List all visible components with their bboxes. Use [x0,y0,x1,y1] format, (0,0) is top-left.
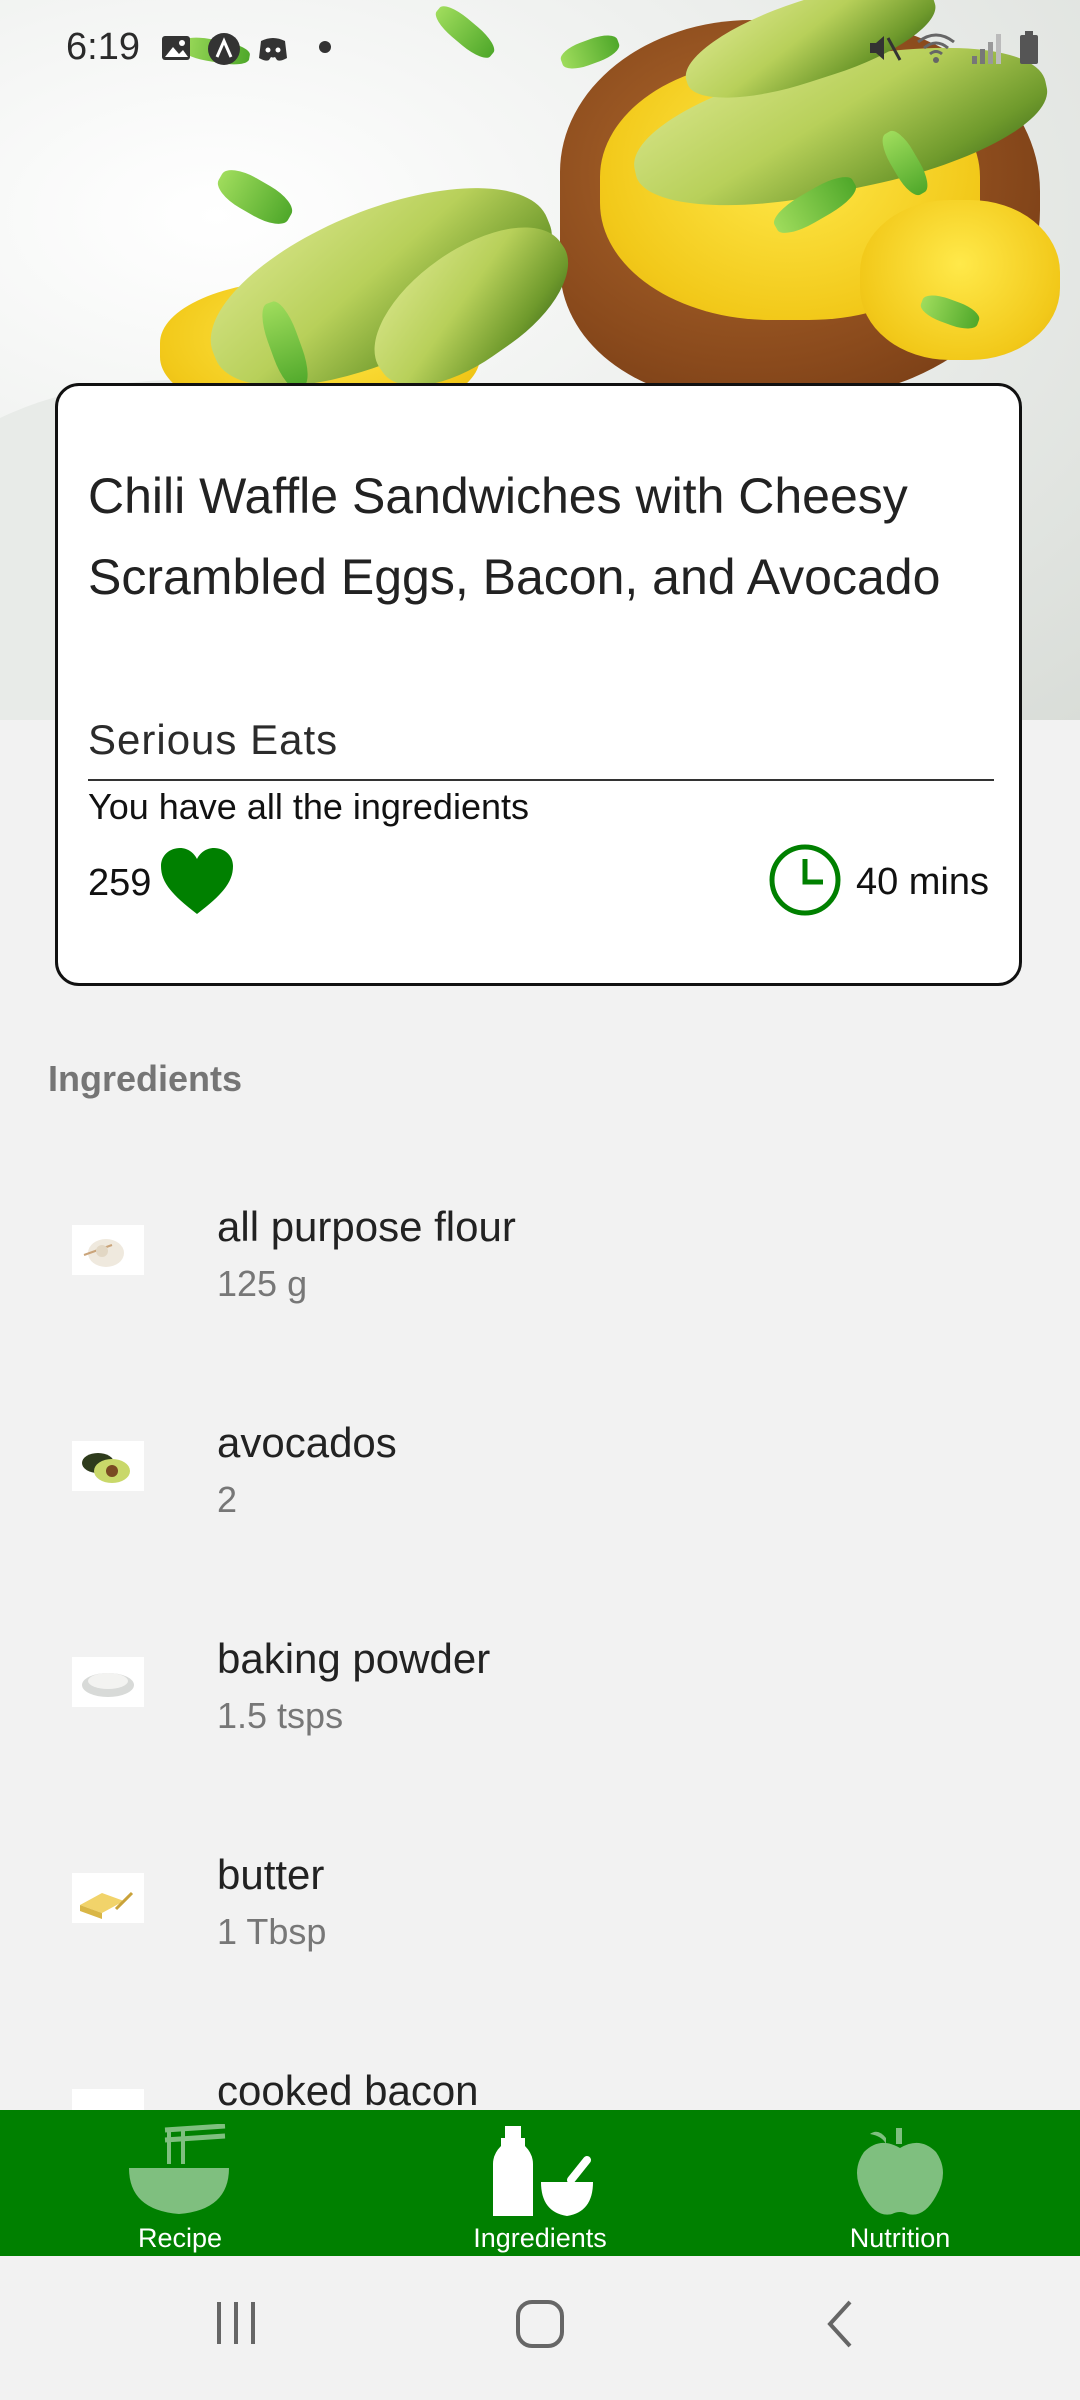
gallery-icon [160,32,192,64]
ingredients-header: Ingredients [48,1058,243,1099]
nav-ingredients[interactable]: Ingredients [360,2110,720,2256]
bacon-thumbnail [72,2089,144,2110]
ingredient-amount: 125 g [217,1263,308,1304]
ingredient-name: baking powder [217,1635,491,1682]
ingredient-amount: 1.5 tsps [217,1695,344,1736]
recipe-title: Chili Waffle Sandwiches with Cheesy Scra… [88,468,941,605]
bottle-mortar-icon [485,2124,595,2225]
ingredient-amount: 1 Tbsp [217,1911,327,1952]
avocado-thumbnail [72,1441,144,1491]
home-icon[interactable] [514,2298,566,2355]
back-icon[interactable] [822,2298,858,2355]
bottom-navigation: Recipe Ingredients Nutrition [0,2110,1080,2256]
mute-icon [866,30,902,71]
status-time: 6:19 [66,26,140,68]
ingredient-amount: 2 [217,1479,238,1520]
nav-nutrition[interactable]: Nutrition [720,2110,1080,2256]
ingredient-row[interactable]: avocados 2 [0,1361,1080,1577]
ingredient-row[interactable]: cooked bacon [0,2009,1080,2110]
wifi-icon [916,30,956,71]
noodle-bowl-icon [125,2123,235,2225]
likes: 259 [88,846,235,921]
recent-apps-icon[interactable] [213,2298,259,2353]
butter-thumbnail [72,1873,144,1923]
ingredient-status: You have all the ingredients [88,786,529,827]
system-navigation-bar [0,2256,1080,2400]
nav-nutrition-label: Nutrition [849,2223,951,2253]
dot-icon [318,40,350,72]
baking-powder-thumbnail [72,1657,144,1707]
ingredient-row[interactable]: butter 1 Tbsp [0,1793,1080,2009]
discord-icon [256,32,288,64]
card-divider [88,779,994,781]
recipe-info-card: Chili Waffle Sandwiches with Cheesy Scra… [55,383,1022,986]
ingredient-name: avocados [217,1419,397,1466]
ingredient-row[interactable]: all purpose flour 125 g [0,1145,1080,1361]
heart-icon[interactable] [159,846,235,921]
flour-thumbnail [72,1225,144,1275]
cook-time-text: 40 mins [855,861,989,903]
recipe-source[interactable]: Serious Eats [88,716,338,764]
ingredient-name: cooked bacon [217,2067,479,2110]
likes-count: 259 [88,862,152,904]
nav-recipe-label: Recipe [137,2223,223,2253]
nav-recipe[interactable]: Recipe [0,2110,360,2256]
cook-time: 40 mins [768,843,989,922]
ingredient-name: butter [217,1851,325,1898]
clock-icon [768,843,842,922]
app-icon [207,32,240,65]
ingredient-name: all purpose flour [217,1203,516,1250]
apple-icon [850,2124,950,2225]
ingredient-list[interactable]: all purpose flour 125 g avocados 2 bakin… [0,1145,1080,2110]
screen: 6:19 Chili Waffle Sandwiches with Cheesy… [0,0,1080,2400]
status-bar: 6:19 [0,0,1080,96]
battery-icon [1018,30,1040,71]
ingredient-row[interactable]: baking powder 1.5 tsps [0,1577,1080,1793]
signal-icon [970,30,1004,71]
nav-ingredients-label: Ingredients [473,2223,607,2253]
